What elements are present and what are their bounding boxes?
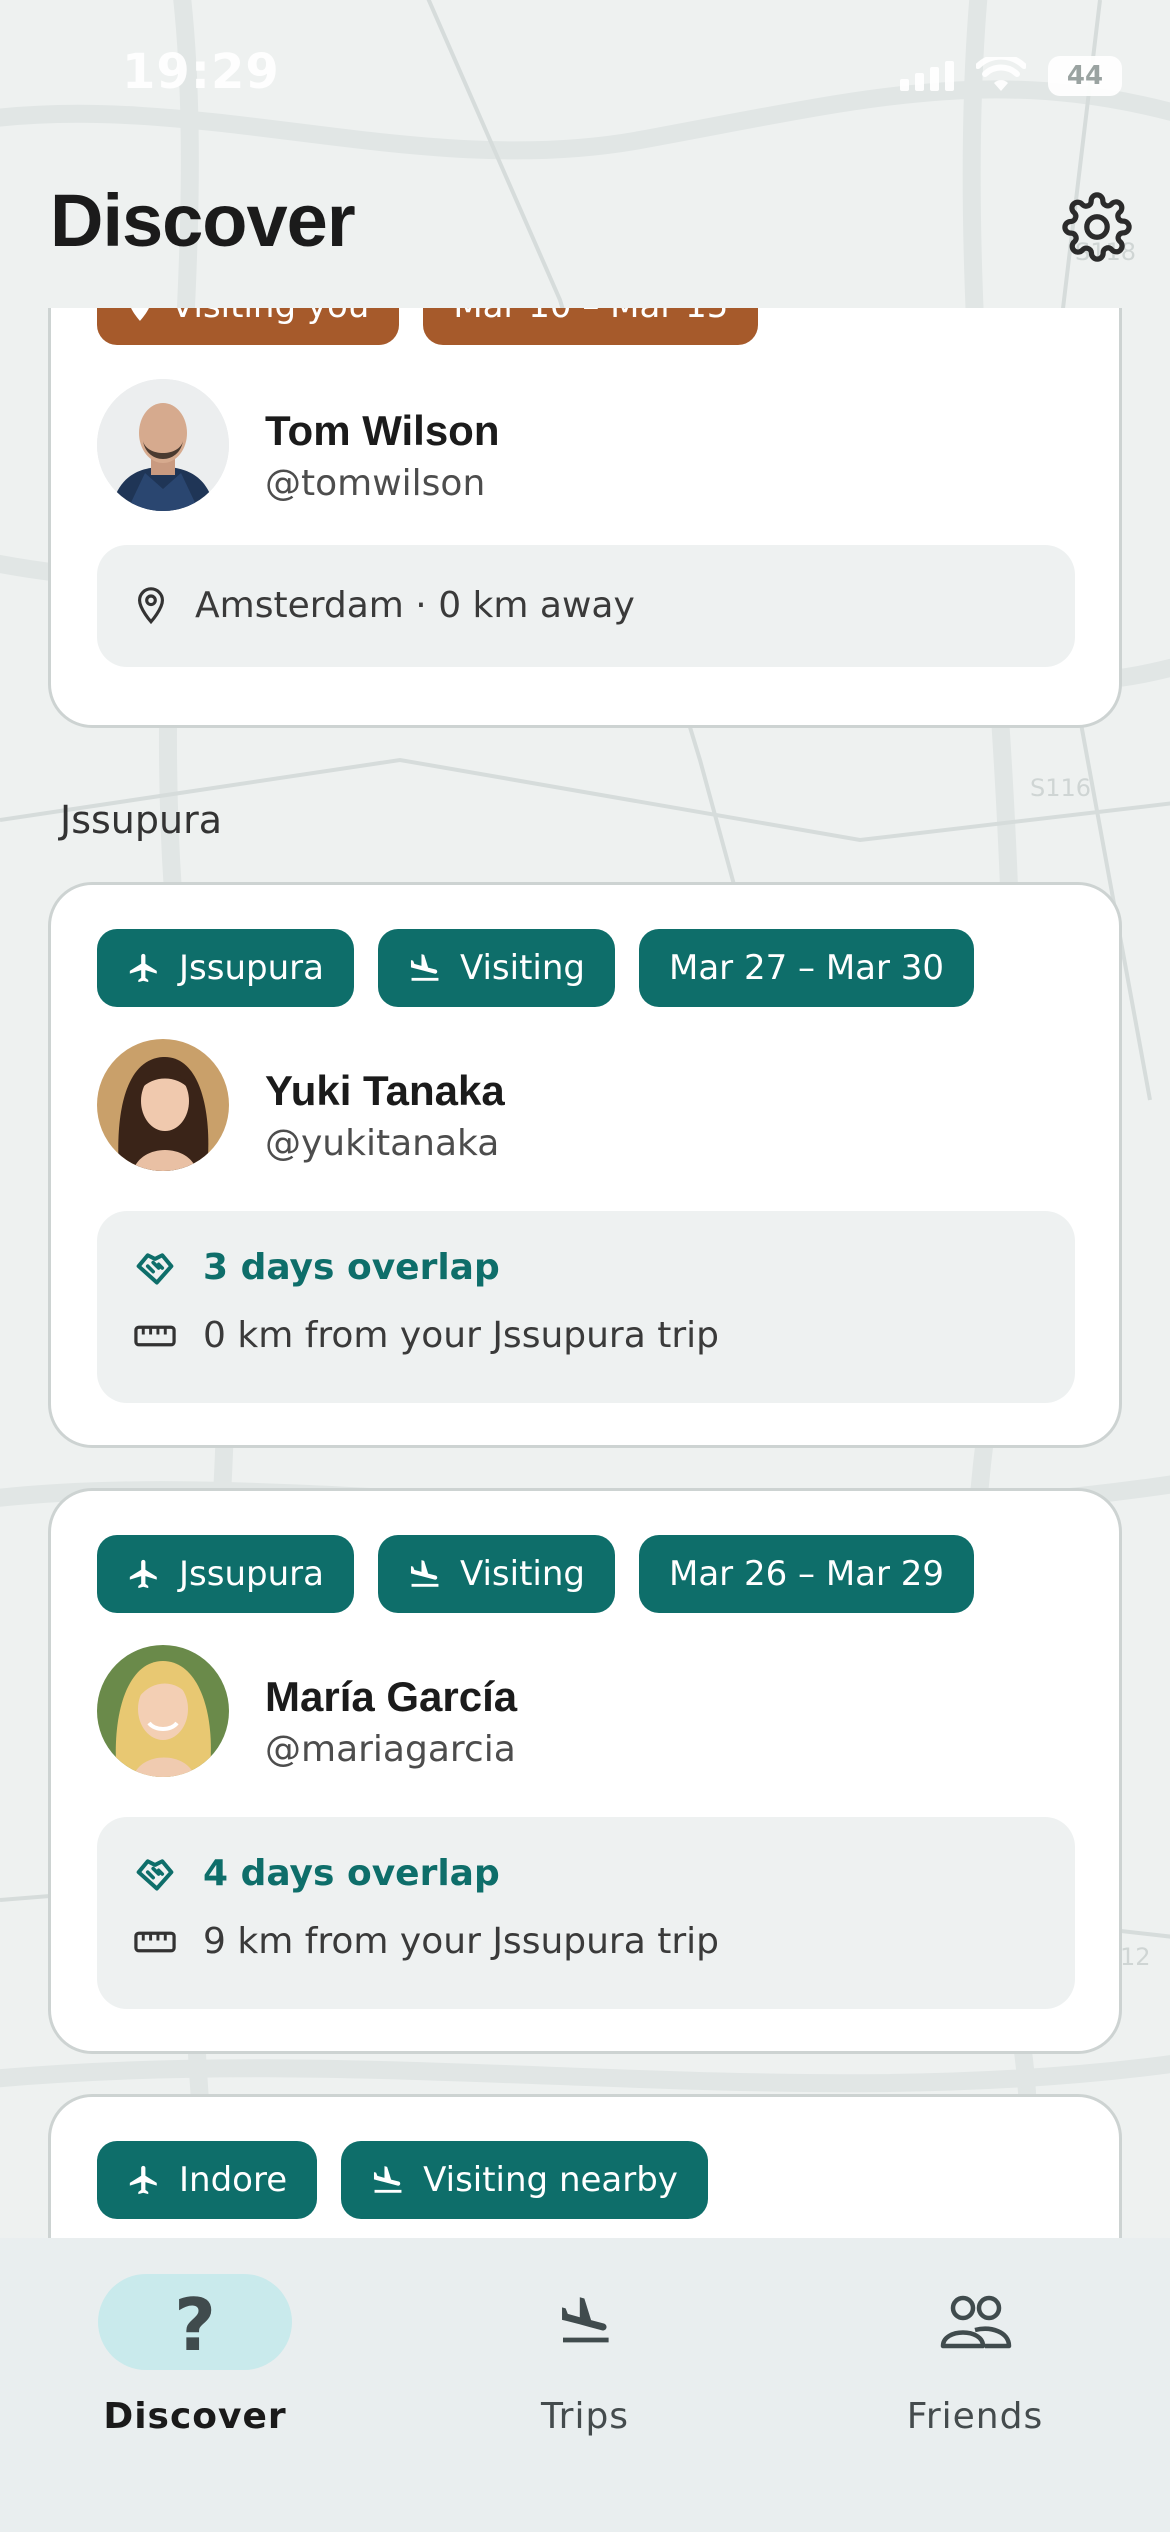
date-range-chip: Mar 27 – Mar 30	[638, 929, 975, 1007]
card-chips: Jssupura Visiting Mar 26 – Mar 29	[97, 1535, 975, 1613]
distance-text: 0 km from your Jssupura trip	[203, 1315, 720, 1356]
map-pin-icon	[131, 308, 149, 321]
overlap-text: 3 days overlap	[203, 1247, 500, 1288]
chip-label: Visiting	[459, 1554, 585, 1594]
avatar	[97, 1645, 229, 1777]
user-name: Tom Wilson	[265, 407, 500, 454]
destination-chip: Jssupura	[97, 929, 354, 1007]
status-icons: 44	[900, 56, 1122, 96]
distance-row: 9 km from your Jssupura trip	[133, 1921, 719, 1962]
gear-icon	[1062, 192, 1132, 262]
chip-label: Jssupura	[179, 1554, 324, 1594]
handshake-icon	[136, 1858, 174, 1891]
nav-label: Discover	[103, 2396, 287, 2437]
question-mark-icon: ?	[174, 2286, 216, 2358]
user-handle: @mariagarcia	[265, 1729, 516, 1770]
chip-label: Indore	[179, 2160, 288, 2200]
nav-friends[interactable]: Friends	[829, 2256, 1129, 2456]
date-range-chip: Mar 10 – Mar 15	[423, 308, 759, 345]
chip-label: Mar 26 – Mar 29	[668, 1554, 945, 1594]
visiting-nearby-chip: Visiting nearby	[341, 2141, 708, 2219]
nav-label: Trips	[540, 2396, 630, 2437]
status-time: 19:29	[122, 44, 280, 100]
plane-icon	[129, 2165, 157, 2195]
chip-label: Visiting nearby	[423, 2160, 678, 2200]
page-title: Discover	[50, 179, 356, 262]
map-pin-icon	[137, 586, 165, 624]
nav-discover[interactable]: ? Discover	[49, 2256, 349, 2456]
location-row: Amsterdam · 0 km away	[133, 585, 635, 626]
user-handle: @tomwilson	[265, 463, 486, 504]
plane-landing-icon	[410, 1560, 439, 1587]
chip-label: Visiting you	[171, 308, 369, 326]
people-icon	[940, 2295, 1012, 2349]
handshake-icon	[136, 1252, 174, 1285]
destination-chip: Jssupura	[97, 1535, 354, 1613]
plane-landing-icon	[410, 954, 439, 981]
ruler-icon	[134, 1325, 176, 1346]
section-label: Jssupura	[60, 798, 223, 842]
avatar	[97, 379, 229, 511]
plane-landing-icon	[374, 2166, 402, 2193]
match-card-maria-garcia[interactable]: Jssupura Visiting Mar 26 – Mar 29 María …	[48, 1488, 1122, 2054]
location-box: Amsterdam · 0 km away	[97, 545, 1075, 667]
header: Discover	[0, 170, 1170, 310]
discover-feed[interactable]: Visiting you Mar 10 – Mar 15 Tom Wilson …	[0, 308, 1170, 2238]
settings-button[interactable]	[1062, 192, 1132, 262]
card-chips: Visiting you Mar 10 – Mar 15	[97, 308, 759, 345]
status-bar: 19:29 44	[0, 0, 1170, 160]
chip-label: Visiting	[459, 948, 585, 988]
overlap-box: 3 days overlap 0 km from your Jssupura t…	[97, 1211, 1075, 1403]
destination-chip: Indore	[97, 2141, 318, 2219]
match-card-indore[interactable]: Indore Visiting nearby	[48, 2094, 1122, 2238]
avatar	[97, 1039, 229, 1171]
user-name: Yuki Tanaka	[265, 1067, 505, 1114]
chip-label: Mar 27 – Mar 30	[668, 948, 945, 988]
ruler-icon	[134, 1931, 176, 1952]
chip-label: Jssupura	[179, 948, 324, 988]
plane-icon	[129, 953, 157, 983]
plane-icon	[129, 1559, 157, 1589]
chip-label: Mar 10 – Mar 15	[453, 308, 728, 326]
match-card-tom-wilson[interactable]: Visiting you Mar 10 – Mar 15 Tom Wilson …	[48, 308, 1122, 728]
overlap-row: 4 days overlap	[133, 1853, 500, 1894]
signal-icon	[900, 61, 954, 91]
overlap-row: 3 days overlap	[133, 1247, 500, 1288]
distance-row: 0 km from your Jssupura trip	[133, 1315, 719, 1356]
location-text: Amsterdam · 0 km away	[195, 585, 635, 626]
nav-label: Friends	[906, 2396, 1044, 2437]
card-chips: Indore Visiting nearby	[97, 2141, 708, 2219]
svg-text:?: ?	[174, 2286, 216, 2358]
visiting-you-chip: Visiting you	[97, 308, 400, 345]
battery-indicator: 44	[1048, 56, 1122, 96]
plane-landing-icon	[562, 2297, 609, 2343]
bottom-nav: ? Discover Trips Friends	[0, 2238, 1170, 2532]
visiting-chip: Visiting	[377, 1535, 615, 1613]
distance-text: 9 km from your Jssupura trip	[203, 1921, 720, 1962]
nav-trips[interactable]: Trips	[439, 2256, 739, 2456]
overlap-box: 4 days overlap 9 km from your Jssupura t…	[97, 1817, 1075, 2009]
user-name: María García	[265, 1673, 518, 1720]
user-handle: @yukitanaka	[265, 1123, 500, 1164]
overlap-text: 4 days overlap	[203, 1853, 500, 1894]
wifi-icon	[976, 57, 1026, 91]
card-chips: Jssupura Visiting Mar 27 – Mar 30	[97, 929, 975, 1007]
date-range-chip: Mar 26 – Mar 29	[638, 1535, 975, 1613]
visiting-chip: Visiting	[377, 929, 615, 1007]
match-card-yuki-tanaka[interactable]: Jssupura Visiting Mar 27 – Mar 30 Yuki T…	[48, 882, 1122, 1448]
